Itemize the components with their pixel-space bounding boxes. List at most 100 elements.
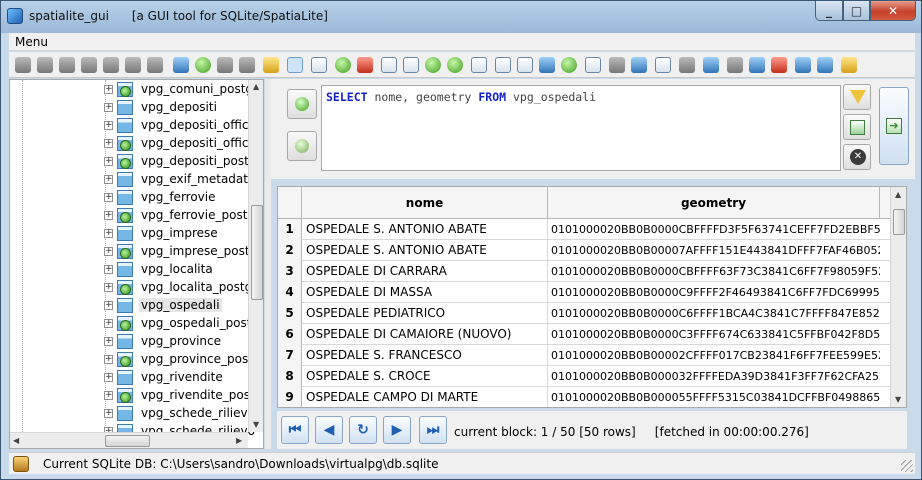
tree-item[interactable]: + vpg_depositi_officine [104,117,263,135]
cell-geometry[interactable]: 0101000020BB0B000055FFFF5315C03841DCFFBF… [548,387,880,407]
expand-icon[interactable]: + [104,283,113,292]
virtual-dbf-icon[interactable] [447,57,463,73]
about-icon[interactable] [817,57,833,73]
cell-nome[interactable]: OSPEDALE PEDIATRICO [302,303,548,324]
refresh-icon[interactable] [195,57,211,73]
table-row[interactable]: 1 OSPEDALE S. ANTONIO ABATE 0101000020BB0B… [278,219,890,240]
cell-nome[interactable]: OSPEDALE S. ANTONIO ABATE [302,219,548,240]
table-row[interactable]: 7 OSPEDALE S. FRANCESCO 0101000020BB0B0000… [278,345,890,366]
tree-item[interactable]: + vpg_depositi [104,99,263,117]
cell-geometry[interactable]: 0101000020BB0B0000CBFFFFD3F5F63741CEFF7F… [548,219,880,240]
refresh-block-button[interactable]: ↻ [349,416,377,444]
cell-geometry[interactable]: 0101000020BB0B00007AFFFF151E443841DFFF7F… [548,240,880,261]
vacuum-icon[interactable] [147,57,163,73]
table-row[interactable]: 9 OSPEDALE CAMPO DI MARTE 0101000020BB0B00… [278,387,890,407]
row-number[interactable]: 1 [278,219,302,240]
cell-geometry[interactable]: 0101000020BB0B000032FFFFEDA39D3841F3FF7F… [548,366,880,387]
attach-icon[interactable] [217,57,233,73]
table-row[interactable]: 3 OSPEDALE DI CARRARA 0101000020BB0B0000CB… [278,261,890,282]
last-block-button[interactable]: ⏭ [419,416,447,444]
tree-item[interactable]: + vpg_depositi_postgis [104,153,263,171]
help-icon[interactable] [795,57,811,73]
expand-icon[interactable]: + [104,85,113,94]
copy-icon[interactable] [655,57,671,73]
expand-icon[interactable]: + [104,247,113,256]
memory-export-icon[interactable] [125,57,141,73]
tree-item[interactable]: + vpg_ferrovie_postgis [104,207,263,225]
sanitize-icon[interactable] [749,57,765,73]
expand-icon[interactable]: + [104,337,113,346]
tree-item[interactable]: + vpg_depositi_officine [104,135,263,153]
expand-icon[interactable]: + [104,139,113,148]
scroll-left-icon[interactable]: ◀ [13,436,19,445]
row-number[interactable]: 4 [278,282,302,303]
cell-geometry[interactable]: 0101000020BB0B0000C6FFFF1BCA4C3841C7FFFF… [548,303,880,324]
cell-nome[interactable]: OSPEDALE DI CARRARA [302,261,548,282]
cell-geometry[interactable]: 0101000020BB0B00002CFFFF017CB23841F6FF7F… [548,345,880,366]
srid-icon[interactable] [703,57,719,73]
corner-header[interactable] [278,187,302,219]
first-block-button[interactable]: ⏮ [281,416,309,444]
expand-icon[interactable]: + [104,355,113,364]
row-number[interactable]: 3 [278,261,302,282]
tree-horizontal-scrollbar[interactable]: ◀ ▶ [10,432,248,448]
scroll-up-icon[interactable]: ▲ [253,82,259,91]
connect-icon[interactable] [15,57,31,73]
virtual-xl-icon[interactable] [495,57,511,73]
clear-sql-button[interactable]: ✕ [843,144,871,170]
sql-editor[interactable]: SELECT nome, geometry FROM vpg_ospedali [321,85,841,171]
cell-nome[interactable]: OSPEDALE DI CAMAIORE (NUOVO) [302,324,548,345]
row-number[interactable]: 2 [278,240,302,261]
tree-item[interactable]: + vpg_rivendite_postgis [104,387,263,405]
tree-item[interactable]: + vpg_rivendite [104,369,263,387]
network-icon[interactable] [517,57,533,73]
row-number[interactable]: 6 [278,324,302,345]
tree-item[interactable]: + vpg_province_postgis [104,351,263,369]
tree-item[interactable]: + vpg_province [104,333,263,351]
memory-db-icon[interactable] [59,57,75,73]
sql-script-icon[interactable] [263,57,279,73]
create-db-icon[interactable] [37,57,53,73]
expand-icon[interactable]: + [104,301,113,310]
history-forward-button[interactable] [287,131,317,161]
eye-icon[interactable] [609,57,625,73]
tree-item[interactable]: + vpg_exif_metadata [104,171,263,189]
tree-vertical-thumb[interactable] [251,205,263,300]
tree-vertical-scrollbar[interactable]: ▲ ▼ [248,80,263,432]
elephant-icon[interactable] [239,57,255,73]
table-row[interactable]: 8 OSPEDALE S. CROCE 0101000020BB0B000032FF… [278,366,890,387]
tree-item[interactable]: + vpg_ferrovie [104,189,263,207]
tree-item[interactable]: + vpg_ospedali [104,297,263,315]
tree-item[interactable]: + vpg_localita [104,261,263,279]
virtual-csv-icon[interactable] [471,57,487,73]
cell-nome[interactable]: OSPEDALE S. CROCE [302,366,548,387]
expand-icon[interactable]: + [104,391,113,400]
excel-icon[interactable] [561,57,577,73]
tree-item[interactable]: + vpg_schede_rilievo [104,405,263,423]
maximize-button[interactable]: □ [843,1,870,21]
table-row[interactable]: 4 OSPEDALE DI MASSA 0101000020BB0B0000C9FF… [278,282,890,303]
cell-geometry[interactable]: 0101000020BB0B0000C9FFFF2F46493841C6FF7F… [548,282,880,303]
row-number[interactable]: 7 [278,345,302,366]
next-block-button[interactable]: ▶ [383,416,411,444]
scroll-down-icon[interactable]: ▼ [253,420,259,429]
column-header-nome[interactable]: nome [302,187,548,219]
expand-icon[interactable]: + [104,121,113,130]
check-geometry-icon[interactable] [727,57,743,73]
table-row[interactable]: 2 OSPEDALE S. ANTONIO ABATE 0101000020BB0B… [278,240,890,261]
expand-icon[interactable]: + [104,229,113,238]
grid-vertical-scrollbar[interactable]: ▲ ▼ [890,187,906,407]
expand-icon[interactable]: + [104,211,113,220]
exit-icon[interactable] [841,57,857,73]
expand-icon[interactable]: + [104,319,113,328]
tree-horizontal-thumb[interactable] [105,435,150,447]
menu-item-menu[interactable]: Menu [15,35,48,49]
column-header-geometry[interactable]: geometry [548,187,880,219]
charset-icon[interactable] [771,57,787,73]
chart-icon[interactable] [311,57,327,73]
postgis-icon[interactable] [173,57,189,73]
eraser-icon[interactable] [357,57,373,73]
cell-nome[interactable]: OSPEDALE S. ANTONIO ABATE [302,240,548,261]
tree-item[interactable]: + vpg_localita_postgis [104,279,263,297]
row-number[interactable]: 8 [278,366,302,387]
